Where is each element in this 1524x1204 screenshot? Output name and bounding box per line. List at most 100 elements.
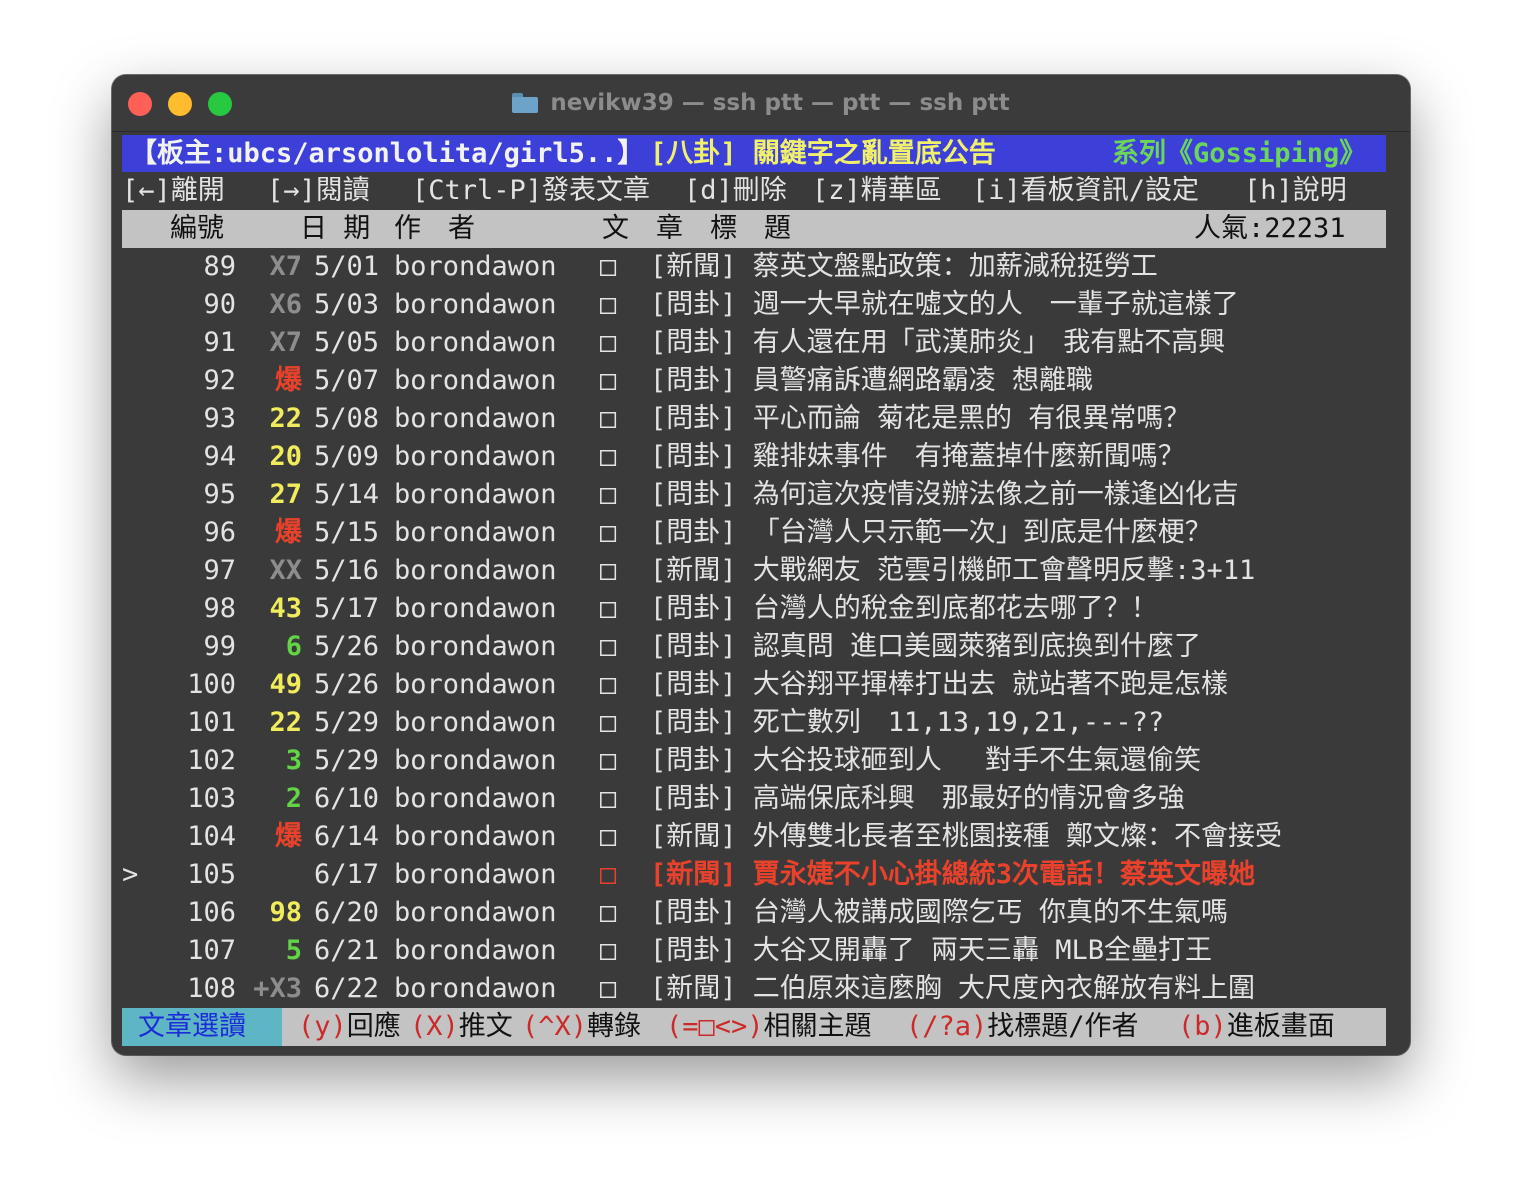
table-row[interactable]: 96 爆 5/15 borondawon □ [問卦] 「台灣人只示範一次」到底是什麼梗？ (122, 514, 1400, 552)
table-row[interactable]: 94 20 5/09 borondawon □ [問卦] 雞排妹事件 有掩蓋掉什麼新聞嗎？ (122, 438, 1400, 476)
table-row[interactable]: 106 98 6/20 borondawon □ [問卦] 台灣人被講成國際乞丐 你真的不… (122, 894, 1400, 932)
status-item-push[interactable]: (X)推文 (410, 1008, 513, 1046)
post-status-box: □ (600, 821, 617, 852)
post-title[interactable]: [問卦] 認真問 進口美國萊豬到底換到什麼了 (650, 628, 1201, 666)
post-author[interactable]: borondawon (394, 400, 557, 438)
post-date: 5/16 (314, 555, 380, 586)
post-author[interactable]: borondawon (394, 856, 557, 894)
post-author[interactable]: borondawon (394, 324, 557, 362)
post-status-box: □ (600, 973, 617, 1004)
post-title[interactable]: [問卦] 週一大早就在噓文的人 一輩子就這樣了 (650, 286, 1239, 324)
post-status-box: □ (600, 593, 617, 624)
post-date: 5/01 (314, 251, 380, 282)
post-author[interactable]: borondawon (394, 780, 557, 818)
post-author[interactable]: borondawon (394, 894, 557, 932)
menu-item-leave[interactable]: [←]離開 (122, 172, 225, 210)
post-status-box: □ (600, 555, 617, 586)
table-row[interactable]: 93 22 5/08 borondawon □ [問卦] 平心而論 菊花是黑的 有很異常嗎… (122, 400, 1400, 438)
menu-item-board-info[interactable]: [i]看板資訊/設定 (972, 172, 1199, 210)
status-item-search[interactable]: (/?a)找標題/作者 (906, 1008, 1139, 1046)
table-row[interactable]: 91 X7 5/05 borondawon □ [問卦] 有人還在用「武漢肺炎」 我有點不… (122, 324, 1400, 362)
post-author[interactable]: borondawon (394, 666, 557, 704)
window-title: nevikw39 — ssh ptt — ptt — ssh ptt (550, 90, 1010, 116)
terminal-content[interactable]: 【板主:ubcs/arsonlolita/girl5..】 [八卦] 關鍵字之亂… (122, 134, 1400, 1046)
post-title[interactable]: [問卦] 大谷投球砸到人 對手不生氣還偷笑 (650, 742, 1201, 780)
post-author[interactable]: borondawon (394, 932, 557, 970)
post-number: 93 (203, 403, 236, 434)
table-row[interactable]: 99 6 5/26 borondawon □ [問卦] 認真問 進口美國萊豬到底換到什麼了 (122, 628, 1400, 666)
post-number: 108 (187, 973, 236, 1004)
table-row-selected[interactable]: >105 6/17 borondawon □ [新聞] 賈永婕不小心掛總統3次電話！蔡英… (122, 856, 1400, 894)
post-title[interactable]: [問卦] 平心而論 菊花是黑的 有很異常嗎？ (650, 400, 1190, 438)
menu-item-digest[interactable]: [z]精華區 (812, 172, 942, 210)
post-author[interactable]: borondawon (394, 704, 557, 742)
post-list: 89 X7 5/01 borondawon □ [新聞] 蔡英文盤點政策：加薪減稅挺勞工 9… (122, 248, 1400, 1008)
status-item-reply[interactable]: (y)回應 (298, 1008, 401, 1046)
recommend-count: +X3 (253, 973, 302, 1004)
table-row[interactable]: 89 X7 5/01 borondawon □ [新聞] 蔡英文盤點政策：加薪減稅挺勞工 (122, 248, 1400, 286)
menu-item-help[interactable]: [h]說明 (1244, 172, 1347, 210)
post-number: 100 (187, 669, 236, 700)
table-row[interactable]: 100 49 5/26 borondawon □ [問卦] 大谷翔平揮棒打出去 就站著不跑… (122, 666, 1400, 704)
post-status-box: □ (600, 251, 617, 282)
menu-item-delete[interactable]: [d]刪除 (684, 172, 787, 210)
board-header: 【板主:ubcs/arsonlolita/girl5..】 [八卦] 關鍵字之亂… (122, 135, 1386, 172)
table-row[interactable]: 101 22 5/29 borondawon □ [問卦] 死亡數列 11,13,19,2… (122, 704, 1400, 742)
post-title[interactable]: [新聞] 外傳雙北長者至桃園接種 鄭文燦：不會接受 (650, 818, 1282, 856)
table-row[interactable]: 103 2 6/10 borondawon □ [問卦] 高端保底科興 那最好的情況會多強 (122, 780, 1400, 818)
post-author[interactable]: borondawon (394, 286, 557, 324)
post-status-box: □ (600, 707, 617, 738)
post-author[interactable]: borondawon (394, 248, 557, 286)
post-title[interactable]: [問卦] 雞排妹事件 有掩蓋掉什麼新聞嗎？ (650, 438, 1185, 476)
post-author[interactable]: borondawon (394, 590, 557, 628)
post-title[interactable]: [新聞] 二伯原來這麼胸 大尺度內衣解放有料上圍 (650, 970, 1255, 1008)
table-row[interactable]: 102 3 5/29 borondawon □ [問卦] 大谷投球砸到人 對手不生氣還偷笑 (122, 742, 1400, 780)
board-series: 系列《Gossiping》 (1112, 138, 1367, 169)
post-status-box: □ (600, 783, 617, 814)
post-title[interactable]: [問卦] 死亡數列 11,13,19,21,---?? (650, 704, 1164, 742)
post-title[interactable]: [問卦] 「台灣人只示範一次」到底是什麼梗？ (650, 514, 1212, 552)
menu-item-post[interactable]: [Ctrl-P]發表文章 (412, 172, 650, 210)
command-menu: [←]離開 [→]閱讀 [Ctrl-P]發表文章 [d]刪除 [z]精華區 [i… (122, 172, 1400, 210)
post-title[interactable]: [問卦] 台灣人的稅金到底都花去哪了？！ (650, 590, 1158, 628)
status-item-board-cover[interactable]: (b)進板畫面 (1178, 1008, 1335, 1046)
post-author[interactable]: borondawon (394, 438, 557, 476)
table-row[interactable]: 92 爆 5/07 borondawon □ [問卦] 員警痛訴遭網路霸凌 想離職 (122, 362, 1400, 400)
post-number: 94 (203, 441, 236, 472)
post-title[interactable]: [新聞] 蔡英文盤點政策：加薪減稅挺勞工 (650, 248, 1158, 286)
post-number: 103 (187, 783, 236, 814)
post-title[interactable]: [新聞] 賈永婕不小心掛總統3次電話！蔡英文曝她 (650, 856, 1255, 894)
board-announcement[interactable]: [八卦] 關鍵字之亂置底公告 (650, 135, 996, 172)
table-row[interactable]: 97 XX 5/16 borondawon □ [新聞] 大戰網友 范雲引機師工會聲明反擊… (122, 552, 1400, 590)
post-title[interactable]: [問卦] 大谷又開轟了 兩天三轟 MLB全壘打王 (650, 932, 1212, 970)
column-author: 作 者 (394, 213, 475, 244)
post-author[interactable]: borondawon (394, 742, 557, 780)
post-number: 102 (187, 745, 236, 776)
post-author[interactable]: borondawon (394, 970, 557, 1008)
post-date: 6/21 (314, 935, 380, 966)
post-title[interactable]: [問卦] 台灣人被講成國際乞丐 你真的不生氣嗎 (650, 894, 1228, 932)
post-author[interactable]: borondawon (394, 628, 557, 666)
post-title[interactable]: [問卦] 有人還在用「武漢肺炎」 我有點不高興 (650, 324, 1225, 362)
status-item-forward[interactable]: (^X)轉錄 (522, 1008, 641, 1046)
post-title[interactable]: [新聞] 大戰網友 范雲引機師工會聲明反擊:3+11 (650, 552, 1255, 590)
post-title[interactable]: [問卦] 大谷翔平揮棒打出去 就站著不跑是怎樣 (650, 666, 1228, 704)
post-title[interactable]: [問卦] 員警痛訴遭網路霸凌 想離職 (650, 362, 1093, 400)
post-title[interactable]: [問卦] 高端保底科興 那最好的情況會多強 (650, 780, 1185, 818)
post-date: 5/14 (314, 479, 380, 510)
status-item-related[interactable]: (=□<>)相關主題 (666, 1008, 872, 1046)
post-author[interactable]: borondawon (394, 514, 557, 552)
post-title[interactable]: [問卦] 為何這次疫情沒辦法像之前一樣逢凶化吉 (650, 476, 1239, 514)
table-row[interactable]: 108 +X3 6/22 borondawon □ [新聞] 二伯原來這麼胸 大尺度內衣解… (122, 970, 1400, 1008)
table-row[interactable]: 95 27 5/14 borondawon □ [問卦] 為何這次疫情沒辦法像之前一樣逢凶… (122, 476, 1400, 514)
post-author[interactable]: borondawon (394, 552, 557, 590)
menu-item-read[interactable]: [→]閱讀 (267, 172, 370, 210)
table-row[interactable]: 98 43 5/17 borondawon □ [問卦] 台灣人的稅金到底都花去哪了？！ (122, 590, 1400, 628)
post-author[interactable]: borondawon (394, 362, 557, 400)
table-row[interactable]: 90 X6 5/03 borondawon □ [問卦] 週一大早就在噓文的人 一輩子就這… (122, 286, 1400, 324)
post-author[interactable]: borondawon (394, 476, 557, 514)
table-row[interactable]: 107 5 6/21 borondawon □ [問卦] 大谷又開轟了 兩天三轟 MLB全… (122, 932, 1400, 970)
recommend-count: 爆 (275, 821, 302, 852)
table-row[interactable]: 104 爆 6/14 borondawon □ [新聞] 外傳雙北長者至桃園接種 鄭文燦：… (122, 818, 1400, 856)
post-author[interactable]: borondawon (394, 818, 557, 856)
